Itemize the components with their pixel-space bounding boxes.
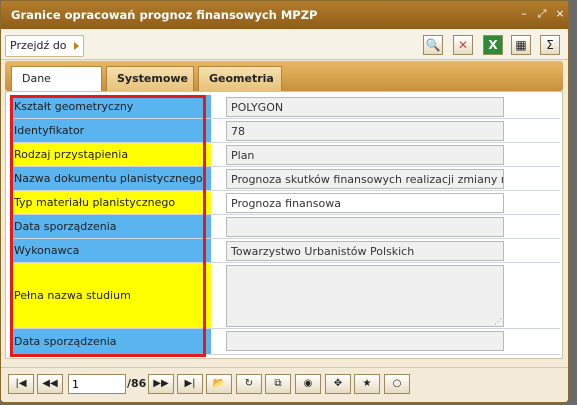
field-row: Data sporządzenia <box>11 215 560 239</box>
tab-geometria[interactable]: Geometria <box>198 66 282 91</box>
next-page-icon[interactable]: ▶▶ <box>148 374 174 394</box>
table-icon[interactable]: ▦ <box>511 35 531 55</box>
resize-grip-icon[interactable]: ⋰ <box>494 317 502 326</box>
tab-systemowe[interactable]: Systemowe <box>106 66 194 91</box>
play-arrow-icon <box>73 42 79 50</box>
excel-export-icon[interactable]: X <box>483 35 503 55</box>
field-value[interactable]: Prognoza finansowa <box>226 193 504 213</box>
field-value[interactable]: POLYGON <box>226 97 504 117</box>
restore-icon[interactable]: ⤢ <box>535 7 549 21</box>
close-icon[interactable]: × <box>553 7 567 21</box>
page-total: /86 <box>127 377 147 390</box>
field-textarea[interactable] <box>226 265 504 327</box>
window-titlebar[interactable]: Granice opracowań prognoz finansowych MP… <box>1 1 568 29</box>
field-label: Rodzaj przystąpienia <box>11 143 211 166</box>
field-row: Kształt geometryczny POLYGON <box>11 95 560 119</box>
attributes-form: Kształt geometryczny POLYGON Identyfikat… <box>5 91 563 359</box>
field-row: Data sporządzenia <box>11 329 560 355</box>
field-label: Identyfikator <box>11 119 211 142</box>
open-folder-icon[interactable]: 📂 <box>206 374 232 394</box>
feature-window: Granice opracowań prognoz finansowych MP… <box>0 0 569 403</box>
sum-icon[interactable]: Σ <box>540 35 560 55</box>
map-background <box>569 0 577 405</box>
tab-bar: Dane opisowe Systemowe Geometria <box>5 61 563 108</box>
window-title: Granice opracowań prognoz finansowych MP… <box>11 8 318 22</box>
field-label: Nazwa dokumentu planistycznego <box>11 167 211 190</box>
search-icon[interactable]: ◉ <box>295 374 321 394</box>
field-value[interactable]: Prognoza skutków finansowych realizacji … <box>226 169 504 189</box>
tab-label: Geometria <box>209 72 274 85</box>
last-page-icon[interactable]: ▶| <box>177 374 203 394</box>
pager-bar: |◀ ◀◀ /86 ▶▶ ▶| 📂 ↻ ⧉ ◉ ✥ ★ ○ <box>1 367 568 400</box>
goto-button[interactable]: Przejdź do <box>5 35 84 57</box>
circle-icon[interactable]: ○ <box>384 374 410 394</box>
field-row: Identyfikator 78 <box>11 119 560 143</box>
tab-label: Systemowe <box>117 72 189 85</box>
minimize-icon[interactable]: – <box>517 7 531 21</box>
field-value[interactable] <box>226 217 504 237</box>
goto-label: Przejdź do <box>10 39 67 52</box>
field-row: Nazwa dokumentu planistycznego Prognoza … <box>11 167 560 191</box>
field-value[interactable]: Towarzystwo Urbanistów Polskich <box>226 241 504 261</box>
toolbar: Przejdź do 🔍 ✕ X ▦ Σ <box>1 29 568 60</box>
field-label: Typ materiału planistycznego <box>11 191 211 214</box>
field-value[interactable]: Plan <box>226 145 504 165</box>
zoom-to-feature-icon[interactable]: 🔍 <box>423 35 443 55</box>
first-page-icon[interactable]: |◀ <box>8 374 34 394</box>
remove-icon[interactable]: ✕ <box>453 35 473 55</box>
field-row: Rodzaj przystąpienia Plan <box>11 143 560 167</box>
previous-page-icon[interactable]: ◀◀ <box>37 374 63 394</box>
move-icon[interactable]: ✥ <box>325 374 351 394</box>
field-label: Kształt geometryczny <box>11 95 211 118</box>
field-row: Wykonawca Towarzystwo Urbanistów Polskic… <box>11 239 560 263</box>
tab-dane-opisowe[interactable]: Dane opisowe <box>11 66 102 108</box>
field-value[interactable] <box>226 331 504 351</box>
field-label: Wykonawca <box>11 239 211 262</box>
field-row: Typ materiału planistycznego Prognoza fi… <box>11 191 560 215</box>
page-number-input[interactable] <box>68 374 126 394</box>
field-label: Data sporządzenia <box>11 329 211 354</box>
field-label: Pełna nazwa studium <box>11 263 211 328</box>
refresh-icon[interactable]: ↻ <box>236 374 262 394</box>
star-icon[interactable]: ★ <box>354 374 380 394</box>
field-row: Pełna nazwa studium ⋰ <box>11 263 560 329</box>
field-value[interactable]: 78 <box>226 121 504 141</box>
field-label: Data sporządzenia <box>11 215 211 238</box>
copy-icon[interactable]: ⧉ <box>265 374 291 394</box>
